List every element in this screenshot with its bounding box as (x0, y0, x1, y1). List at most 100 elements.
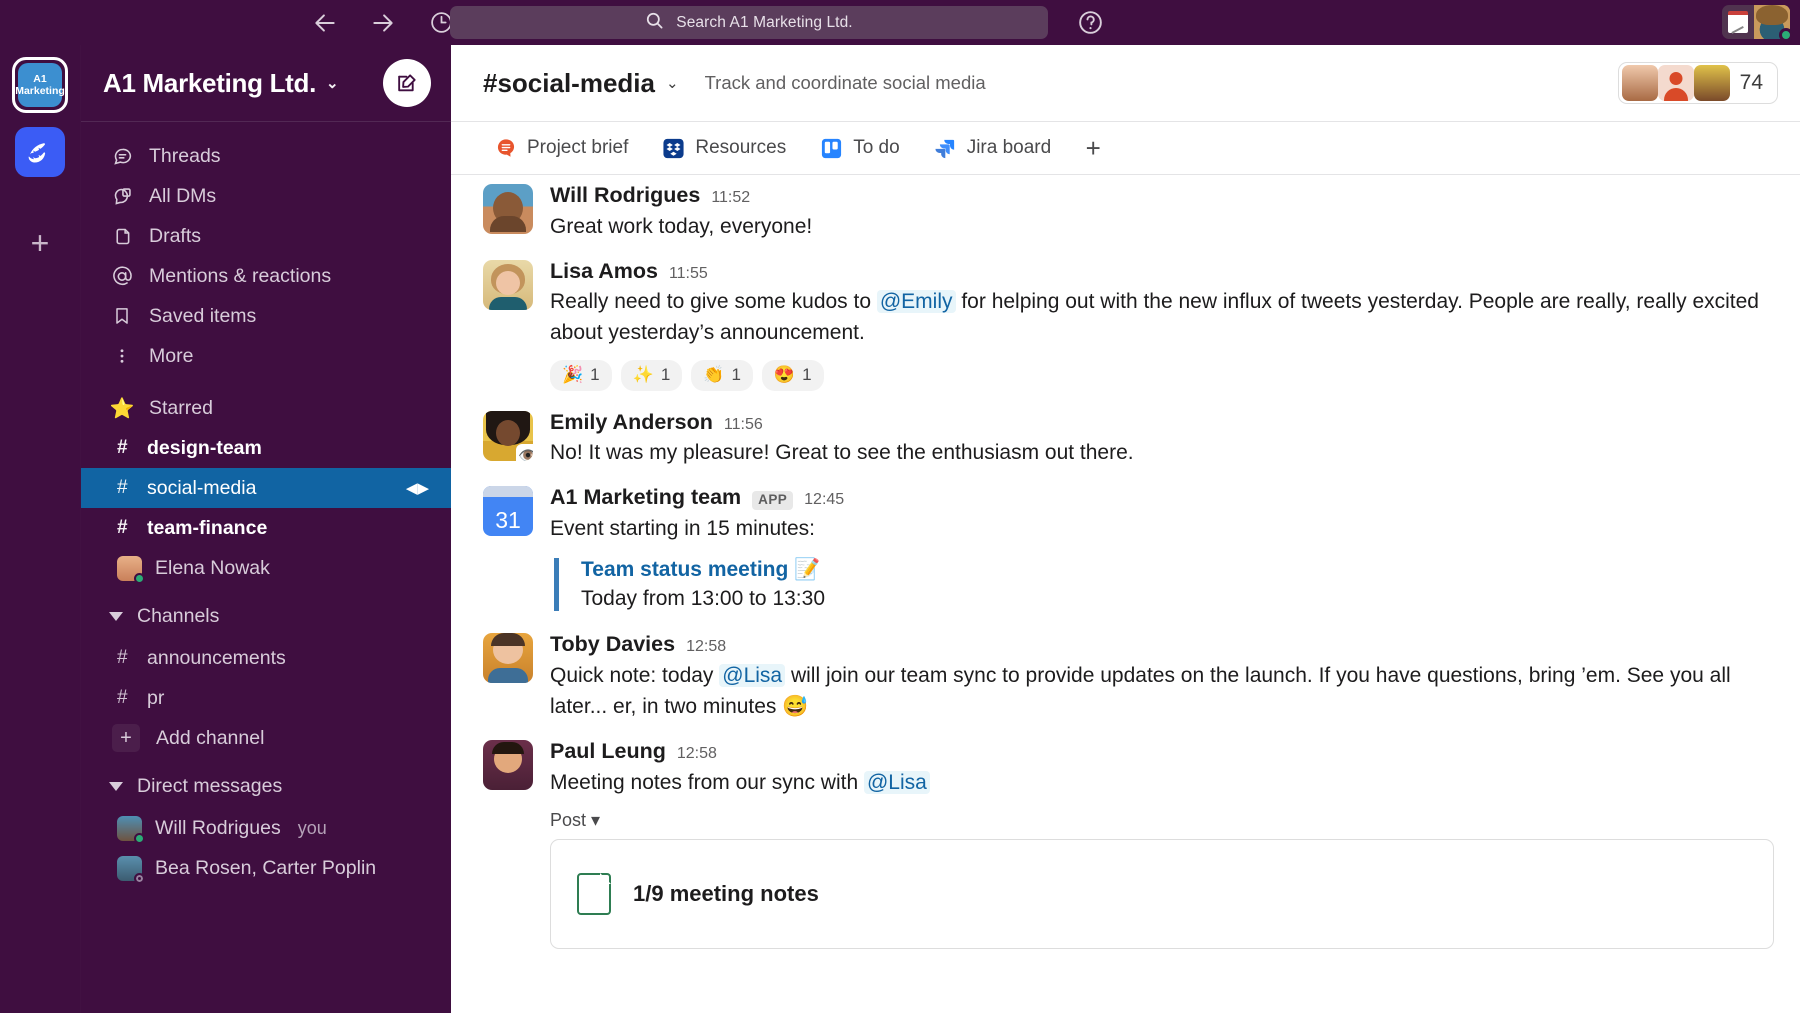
channel-label: pr (147, 686, 165, 709)
reaction-pill[interactable]: 🎉 1 (550, 359, 612, 391)
plus-icon[interactable]: + (18, 221, 62, 265)
avatar (1657, 65, 1694, 101)
calendar-icon[interactable] (1722, 5, 1754, 39)
reaction-pill[interactable]: ✨ 1 (620, 359, 683, 391)
app-body: A1 Marketing + A1 Marketing Ltd. ⌄ Threa… (0, 45, 1800, 1013)
tab-to-do[interactable]: To do (803, 128, 916, 168)
message-time[interactable]: 11:55 (669, 265, 708, 283)
avatar[interactable] (483, 259, 533, 310)
compose-icon[interactable] (383, 59, 431, 107)
avatar[interactable] (483, 739, 533, 790)
message-text: Really need to give some kudos to @Emily… (550, 286, 1774, 348)
post-title[interactable]: 1/9 meeting notes (633, 881, 819, 907)
add-channel-button[interactable]: + Add channel (81, 718, 451, 758)
mention-lisa[interactable]: @Lisa (863, 770, 930, 794)
sidebar-item-pr[interactable]: # pr (81, 678, 451, 718)
mention-lisa[interactable]: @Lisa (719, 663, 786, 687)
message-time[interactable]: 12:45 (804, 491, 844, 509)
sidebar-item-label: Saved items (149, 304, 257, 327)
sidebar-section-channels[interactable]: Channels (81, 594, 451, 638)
sidebar-item-team-finance[interactable]: # team-finance (81, 508, 451, 548)
sidebar-section-starred[interactable]: ⭐ Starred (81, 388, 451, 428)
croissant-icon[interactable] (15, 127, 65, 177)
add-tab-button[interactable]: + (1074, 129, 1112, 167)
bookmark-icon (111, 306, 133, 326)
message-row: 👁️ Emily Anderson 11:56 No! It was my pl… (451, 395, 1774, 471)
avatar (117, 555, 145, 584)
channel-label: social-media (147, 476, 257, 499)
tab-project-brief[interactable]: Project brief (477, 128, 645, 168)
message-author[interactable]: Paul Leung (550, 739, 666, 764)
sidebar-item-announcements[interactable]: # announcements (81, 638, 451, 678)
message-row: Lisa Amos 11:55 Really need to give some… (451, 244, 1774, 395)
huddle-arrows-icon: ◀▶ (405, 480, 429, 497)
reaction-pill[interactable]: 😍 1 (761, 359, 824, 391)
dm-label: Elena Nowak (155, 556, 270, 579)
sidebar-item-saved[interactable]: Saved items (81, 296, 451, 336)
sidebar-item-design-team[interactable]: # design-team (81, 428, 451, 468)
channel-topic[interactable]: Track and coordinate social media (705, 72, 986, 94)
member-count: 74 (1739, 71, 1763, 94)
sidebar-item-label: Mentions & reactions (149, 264, 332, 287)
page-title: #social-media (483, 67, 655, 98)
message-author[interactable]: Toby Davies (550, 633, 675, 657)
tab-label: To do (853, 137, 900, 158)
arrow-right-icon[interactable] (368, 8, 398, 38)
search-icon (645, 11, 664, 35)
message-author[interactable]: Emily Anderson (550, 410, 713, 435)
members-button[interactable]: 74 (1617, 62, 1778, 104)
sidebar-item-drafts[interactable]: Drafts (81, 216, 451, 256)
message-list[interactable]: Will Rodrigues 11:52 Great work today, e… (451, 175, 1800, 1013)
message-time[interactable]: 11:56 (724, 416, 763, 434)
message-row: Paul Leung 12:58 Meeting notes from our … (451, 724, 1774, 951)
message-time[interactable]: 12:58 (677, 745, 717, 763)
hash-icon: # (117, 517, 128, 538)
workspace-name-button[interactable]: A1 Marketing Ltd. ⌄ (103, 67, 339, 99)
calendar-app-icon[interactable]: 31 (483, 486, 533, 537)
channel-title-button[interactable]: #social-media ⌄ (483, 68, 679, 99)
tab-resources[interactable]: Resources (645, 128, 803, 168)
history-controls (310, 0, 456, 45)
tab-jira-board[interactable]: Jira board (917, 128, 1069, 168)
message-author[interactable]: Will Rodrigues (550, 183, 700, 208)
main-panel: #social-media ⌄ Track and coordinate soc… (451, 45, 1800, 1013)
post-attachment[interactable]: 1/9 meeting notes (550, 838, 1774, 949)
avatar[interactable] (483, 633, 533, 684)
plus-icon: + (112, 724, 140, 752)
message-author[interactable]: A1 Marketing team (550, 486, 741, 510)
question-circle-icon[interactable] (1075, 7, 1106, 38)
sidebar-scroll[interactable]: Threads All DMs Drafts Mentions & reacti… (81, 122, 451, 1013)
channel-label: team-finance (147, 516, 268, 539)
sidebar-section-direct-messages[interactable]: Direct messages (81, 764, 451, 808)
sidebar-item-will-rodrigues[interactable]: Will Rodrigues you (81, 808, 451, 848)
message-time[interactable]: 11:52 (711, 189, 750, 207)
avatar[interactable]: 👁️ (483, 410, 533, 461)
message-time[interactable]: 12:58 (686, 638, 726, 656)
workspace-name: A1 Marketing Ltd. (103, 67, 317, 98)
sidebar-item-elena-nowak[interactable]: Elena Nowak (81, 548, 451, 588)
channel-label: design-team (147, 436, 262, 459)
sidebar-item-all-dms[interactable]: All DMs (81, 176, 451, 216)
mention-emily[interactable]: @Emily (876, 290, 956, 314)
hash-icon: # (117, 687, 128, 708)
sidebar-item-group-dm[interactable]: Bea Rosen, Carter Poplin (81, 848, 451, 888)
sidebar-section-label: Channels (137, 604, 220, 627)
message-text-pre: Quick note: today (550, 663, 720, 687)
sidebar-item-mentions[interactable]: Mentions & reactions (81, 256, 451, 296)
event-title[interactable]: Team status meeting 📝 (581, 558, 1774, 582)
jira-icon (934, 137, 957, 160)
reaction-pill[interactable]: 👏 1 (691, 359, 753, 391)
avatar[interactable] (483, 184, 533, 234)
sidebar-item-threads[interactable]: Threads (81, 136, 451, 176)
search-input[interactable]: Search A1 Marketing Ltd. (450, 6, 1048, 39)
workspace-initials-line1: A1 (33, 73, 47, 85)
sidebar-header: A1 Marketing Ltd. ⌄ (81, 45, 451, 122)
brief-icon (494, 137, 517, 160)
arrow-left-icon[interactable] (310, 8, 340, 38)
sidebar-item-more[interactable]: More (81, 336, 451, 376)
message-author[interactable]: Lisa Amos (550, 259, 658, 284)
workspace-switcher-active[interactable]: A1 Marketing (12, 57, 68, 113)
dm-label: Will Rodrigues (155, 816, 281, 839)
sidebar-item-social-media[interactable]: # social-media ◀▶ (81, 468, 451, 508)
post-type-label[interactable]: Post ▾ (550, 810, 1774, 831)
